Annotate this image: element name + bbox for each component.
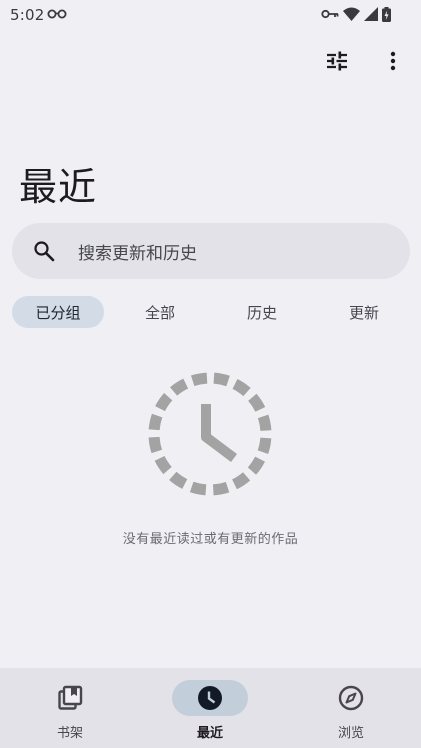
tab-all[interactable]: 全部: [114, 296, 206, 328]
filter-button[interactable]: [320, 44, 354, 78]
bottom-navigation: 书架 最近 浏览: [0, 668, 421, 748]
status-icons: [321, 6, 391, 22]
nav-browse-label: 浏览: [337, 726, 364, 741]
tab-updates[interactable]: 更新: [318, 296, 410, 328]
page-title: 最近: [19, 165, 98, 209]
nav-library-label: 书架: [56, 726, 83, 741]
clock-dashed-icon: [148, 372, 272, 496]
search-icon: [34, 241, 55, 262]
wifi-icon: [343, 7, 360, 21]
recent-screen: 5:02 最近 搜索更新和历史 已分组 全部 历史 更新 没有最近读过或有更新的…: [0, 0, 421, 748]
signal-icon: [364, 7, 378, 21]
library-books-icon: [58, 685, 83, 710]
clock-icon: [198, 686, 222, 710]
more-options-button[interactable]: [376, 44, 410, 78]
filter-icon: [327, 51, 347, 71]
compass-icon: [338, 685, 364, 711]
nav-library[interactable]: 书架: [0, 668, 140, 748]
nav-recent[interactable]: 最近: [140, 668, 280, 748]
status-time: 5:02: [10, 6, 45, 24]
glasses-icon: [47, 9, 67, 19]
nav-browse-indicator: [313, 680, 389, 716]
search-bar[interactable]: 搜索更新和历史: [12, 223, 410, 279]
status-bar: 5:02: [0, 0, 421, 28]
recent-tabs: 已分组 全部 历史 更新: [12, 296, 410, 328]
empty-state-message: 没有最近读过或有更新的作品: [122, 532, 299, 547]
tab-grouped[interactable]: 已分组: [12, 296, 104, 328]
vpn-key-icon: [321, 9, 339, 19]
nav-browse[interactable]: 浏览: [281, 668, 421, 748]
tab-history[interactable]: 历史: [216, 296, 308, 328]
more-vert-icon: [390, 51, 396, 71]
search-placeholder: 搜索更新和历史: [78, 243, 197, 264]
nav-library-indicator: [32, 680, 108, 716]
nav-recent-label: 最近: [196, 726, 223, 741]
nav-recent-indicator: [172, 680, 248, 716]
battery-icon: [382, 6, 391, 22]
